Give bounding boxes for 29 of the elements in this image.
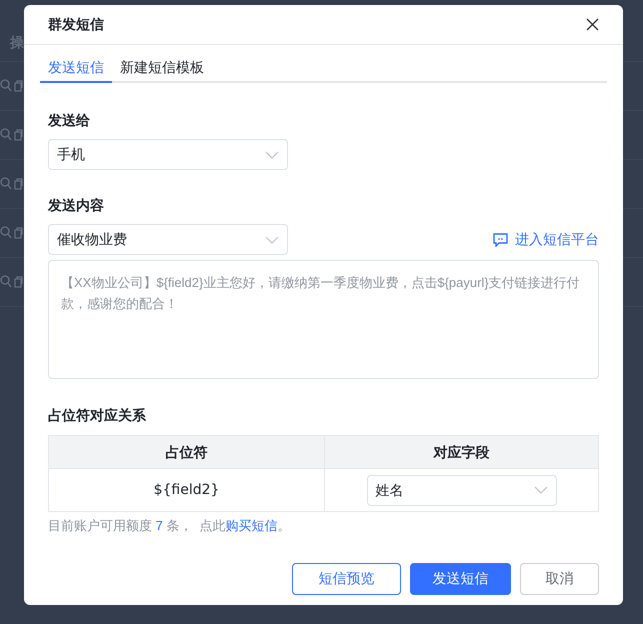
copy-icon[interactable] xyxy=(14,227,23,239)
copy-icon[interactable] xyxy=(14,129,23,141)
field-label: 发送内容 xyxy=(48,196,105,215)
sms-platform-link[interactable]: 进入短信平台 xyxy=(493,229,599,250)
message-textarea[interactable]: 【XX物业公司】${field2}业主您好，请缴纳第一季度物业费，点击${payurl}支付链接进行付款，感谢您的配合！ xyxy=(48,260,599,379)
table-cell-text: ${field2} xyxy=(154,480,220,500)
copy-icon[interactable] xyxy=(14,80,23,92)
chevron-down-icon xyxy=(265,150,279,158)
dialog-button[interactable]: 短信预览 xyxy=(292,562,401,594)
copy-icon[interactable] xyxy=(14,178,23,190)
chevron-down-icon xyxy=(265,236,279,244)
buy-sms-link[interactable]: 购买短信 xyxy=(226,518,278,533)
tab[interactable]: 新建短信模板 xyxy=(112,53,212,83)
template-select[interactable]: 催收物业费 xyxy=(48,224,288,255)
tab[interactable]: 发送短信 xyxy=(40,53,112,83)
field-select[interactable]: 姓名 xyxy=(366,474,556,506)
message-icon xyxy=(493,232,509,246)
column-header: 对应字段 xyxy=(434,442,490,462)
dialog-button[interactable]: 发送短信 xyxy=(410,562,511,594)
recipient-select[interactable]: 手机 xyxy=(48,139,288,170)
copy-icon[interactable] xyxy=(14,276,23,288)
close-icon[interactable] xyxy=(586,18,599,31)
dialog-button[interactable]: 取消 xyxy=(520,562,599,594)
section-label: 占位符对应关系 xyxy=(48,406,147,425)
field-label: 发送给 xyxy=(48,111,91,130)
dialog-title: 群发短信 xyxy=(48,15,104,34)
quota-note: 目前账户可用额度 7 条， 点此购买短信。 xyxy=(48,517,292,535)
chevron-down-icon xyxy=(534,486,548,494)
column-header: 占位符 xyxy=(166,442,208,462)
